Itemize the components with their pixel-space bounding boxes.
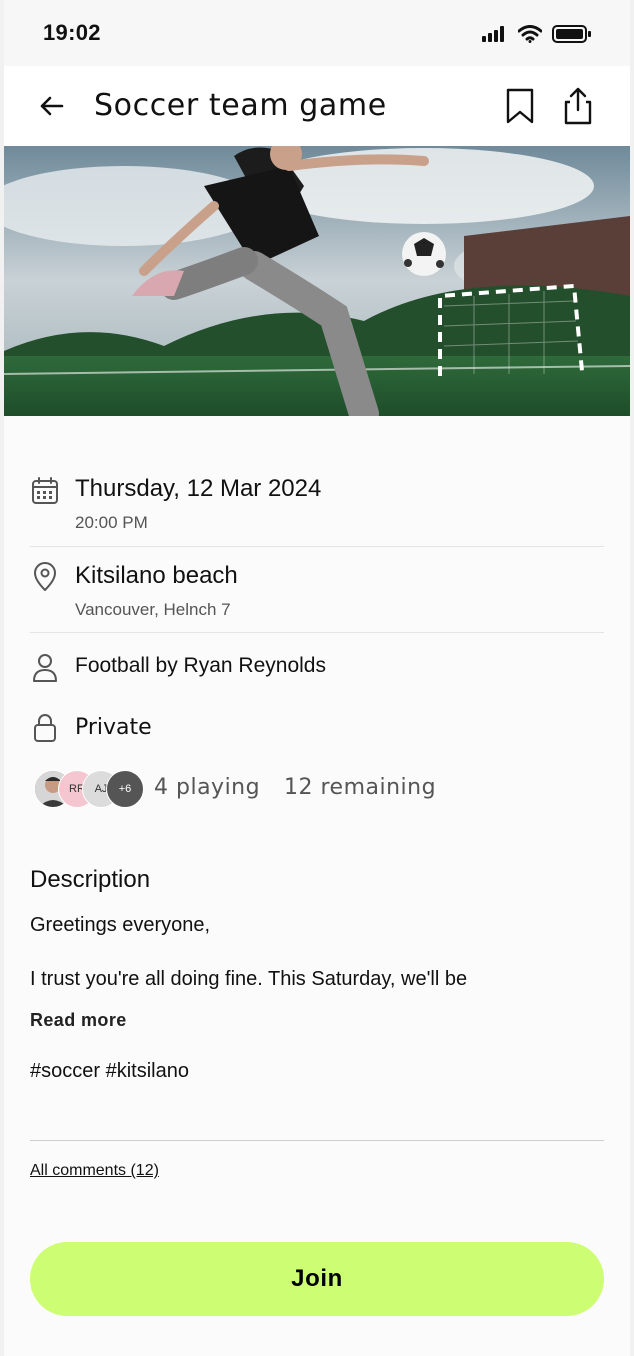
status-time: 19:02 — [43, 20, 101, 45]
event-location-row[interactable]: Kitsilano beach Vancouver, Helnch 7 — [30, 557, 604, 627]
event-time: 20:00 PM — [75, 513, 148, 532]
location-name: Kitsilano beach — [75, 562, 238, 589]
page-title: Soccer team game — [94, 88, 387, 123]
avatar-more: +6 — [106, 770, 144, 808]
playing-count: 4 playing — [154, 775, 261, 800]
wifi-icon — [518, 25, 542, 43]
divider — [30, 632, 604, 633]
share-icon[interactable] — [560, 86, 596, 126]
join-button[interactable]: Join — [30, 1242, 604, 1316]
person-icon — [33, 654, 57, 682]
event-privacy-row: Private — [30, 712, 604, 746]
back-arrow-icon[interactable] — [34, 88, 70, 124]
privacy-label: Private — [75, 715, 152, 740]
location-address: Vancouver, Helnch 7 — [75, 600, 231, 619]
screen: 19:02 Soccer team game Thursday, 12 Mar … — [4, 0, 630, 1356]
status-bar: 19:02 — [4, 0, 630, 66]
read-more-link[interactable]: Read more — [30, 1010, 127, 1031]
event-date: Thursday, 12 Mar 2024 — [75, 475, 322, 502]
hashtags: #soccer #kitsilano — [30, 1060, 189, 1082]
lock-icon — [34, 714, 56, 742]
remaining-count: 12 remaining — [284, 775, 437, 800]
divider — [30, 1140, 604, 1141]
app-header: Soccer team game — [4, 66, 630, 146]
location-pin-icon — [34, 562, 56, 591]
calendar-icon — [32, 477, 58, 504]
event-hero-image — [4, 146, 630, 416]
event-organizer-row[interactable]: Football by Ryan Reynolds — [30, 652, 604, 686]
organizer-name: Football by Ryan Reynolds — [75, 654, 326, 677]
battery-icon — [552, 25, 591, 43]
divider — [30, 546, 604, 547]
signal-icon — [482, 26, 504, 42]
description-text: I trust you're all doing fine. This Satu… — [30, 968, 468, 990]
bookmark-icon[interactable] — [502, 86, 538, 126]
description-heading: Description — [30, 866, 151, 893]
participant-avatars[interactable]: RR AJ +6 — [34, 770, 146, 808]
status-icons — [482, 23, 592, 45]
description-text: Greetings everyone, — [30, 914, 211, 936]
all-comments-link[interactable]: All comments (12) — [30, 1162, 159, 1180]
event-date-row: Thursday, 12 Mar 2024 20:00 PM — [30, 470, 604, 540]
